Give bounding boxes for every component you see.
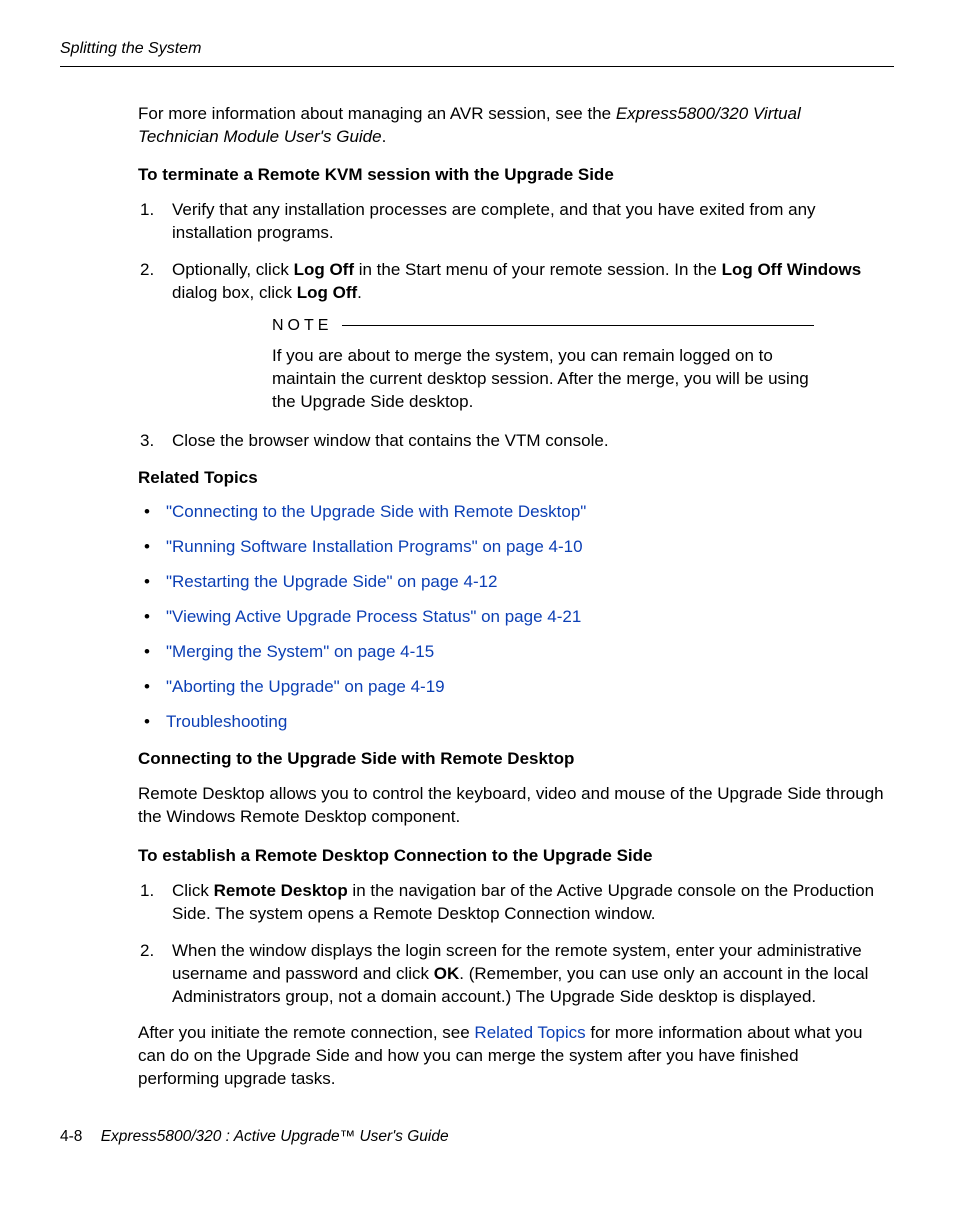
note-block: NOTE If you are about to merge the syste… xyxy=(272,315,814,413)
list-item: "Viewing Active Upgrade Process Status" … xyxy=(138,606,884,629)
text-fragment: . xyxy=(357,283,362,302)
text-fragment: Click xyxy=(172,881,214,900)
section-heading-terminate-kvm: To terminate a Remote KVM session with t… xyxy=(138,164,884,187)
note-rule xyxy=(342,325,814,326)
link-aborting-upgrade[interactable]: "Aborting the Upgrade" on page 4-19 xyxy=(166,677,445,696)
step-text: Optionally, click Log Off in the Start m… xyxy=(172,260,861,302)
text-bold: Log Off xyxy=(297,283,357,302)
text-bold: OK xyxy=(434,964,460,983)
step-text: Click Remote Desktop in the navigation b… xyxy=(172,881,874,923)
list-item: "Restarting the Upgrade Side" on page 4-… xyxy=(138,571,884,594)
intro-paragraph: For more information about managing an A… xyxy=(138,103,884,149)
text-fragment: After you initiate the remote connection… xyxy=(138,1023,474,1042)
running-head: Splitting the System xyxy=(60,38,894,60)
link-merging-system[interactable]: "Merging the System" on page 4-15 xyxy=(166,642,434,661)
link-troubleshooting[interactable]: Troubleshooting xyxy=(166,712,287,731)
note-text: If you are about to merge the system, yo… xyxy=(272,345,814,414)
intro-suffix: . xyxy=(382,127,387,146)
list-item: "Running Software Installation Programs"… xyxy=(138,536,884,559)
link-running-software-installation[interactable]: "Running Software Installation Programs"… xyxy=(166,537,583,556)
list-item: "Merging the System" on page 4-15 xyxy=(138,641,884,664)
page-content: For more information about managing an A… xyxy=(138,103,884,1092)
text-fragment: dialog box, click xyxy=(172,283,297,302)
section2-intro: Remote Desktop allows you to control the… xyxy=(138,783,884,829)
step-number: 1. xyxy=(140,880,154,903)
step-text: When the window displays the login scree… xyxy=(172,941,868,1006)
link-related-topics-inline[interactable]: Related Topics xyxy=(474,1023,585,1042)
link-restarting-upgrade-side[interactable]: "Restarting the Upgrade Side" on page 4-… xyxy=(166,572,498,591)
text-bold: Log Off xyxy=(294,260,354,279)
step-2: 2. When the window displays the login sc… xyxy=(138,940,884,1009)
related-topics-list: "Connecting to the Upgrade Side with Rem… xyxy=(138,501,884,734)
steps-terminate-kvm: 1. Verify that any installation processe… xyxy=(138,199,884,452)
step-number: 3. xyxy=(140,430,154,453)
text-fragment: Optionally, click xyxy=(172,260,294,279)
link-connecting-remote-desktop[interactable]: "Connecting to the Upgrade Side with Rem… xyxy=(166,502,586,521)
step-2: 2. Optionally, click Log Off in the Star… xyxy=(138,259,884,413)
section-heading-establish-rdc: To establish a Remote Desktop Connection… xyxy=(138,845,884,868)
text-fragment: in the Start menu of your remote session… xyxy=(354,260,722,279)
top-rule xyxy=(60,66,894,67)
step-text: Close the browser window that contains t… xyxy=(172,431,609,450)
steps-establish-rdc: 1. Click Remote Desktop in the navigatio… xyxy=(138,880,884,1009)
step-1: 1. Click Remote Desktop in the navigatio… xyxy=(138,880,884,926)
text-bold: Remote Desktop xyxy=(214,881,348,900)
list-item: "Connecting to the Upgrade Side with Rem… xyxy=(138,501,884,524)
note-label: NOTE xyxy=(272,315,332,337)
list-item: "Aborting the Upgrade" on page 4-19 xyxy=(138,676,884,699)
text-bold: Log Off Windows xyxy=(722,260,862,279)
related-topics-heading: Related Topics xyxy=(138,467,884,490)
step-3: 3. Close the browser window that contain… xyxy=(138,430,884,453)
section-heading-connecting-remote-desktop: Connecting to the Upgrade Side with Remo… xyxy=(138,748,884,771)
closing-paragraph: After you initiate the remote connection… xyxy=(138,1022,884,1091)
link-viewing-status[interactable]: "Viewing Active Upgrade Process Status" … xyxy=(166,607,581,626)
page-number: 4-8 xyxy=(60,1128,82,1145)
note-label-row: NOTE xyxy=(272,315,814,337)
step-number: 2. xyxy=(140,940,154,963)
step-number: 2. xyxy=(140,259,154,282)
intro-prefix: For more information about managing an A… xyxy=(138,104,616,123)
step-number: 1. xyxy=(140,199,154,222)
page-footer: 4-8 Express5800/320 : Active Upgrade™ Us… xyxy=(60,1127,894,1148)
step-1: 1. Verify that any installation processe… xyxy=(138,199,884,245)
footer-title: Express5800/320 : Active Upgrade™ User's… xyxy=(101,1128,449,1145)
list-item: Troubleshooting xyxy=(138,711,884,734)
step-text: Verify that any installation processes a… xyxy=(172,200,816,242)
